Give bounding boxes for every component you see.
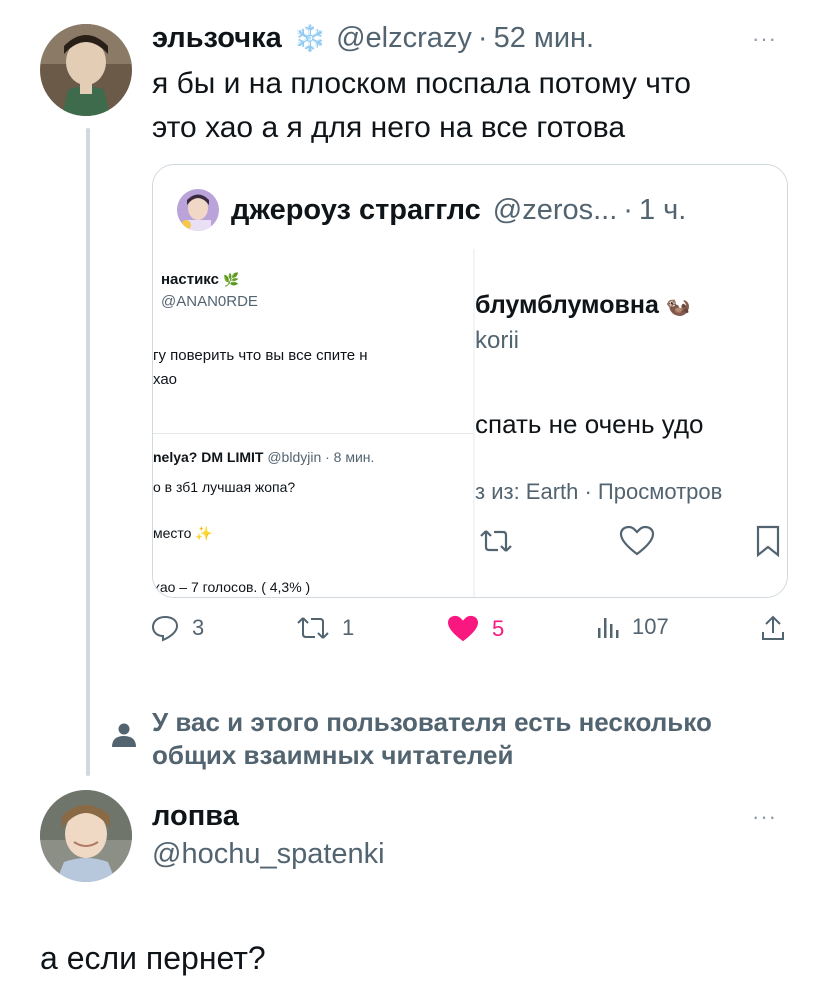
quote-header: джероуз страгглс @zeros... · 1 ч. xyxy=(177,189,686,231)
right-img-bookmark-icon xyxy=(755,525,781,562)
retweet-icon xyxy=(297,617,329,639)
author-name[interactable]: эльзочка xyxy=(152,22,282,55)
left-img-text3: о в зб1 лучшая жопа? xyxy=(153,479,296,495)
left-img-name2: nelya? DM LIMIT @bldyjin · 8 мин. xyxy=(153,449,375,465)
author-handle[interactable]: @elzcrazy xyxy=(336,22,472,55)
mutual-followers-notice: У вас и этого пользователя есть нескольк… xyxy=(152,707,712,770)
right-img-heart-icon xyxy=(619,525,655,562)
retweet-button[interactable]: 1 xyxy=(296,614,354,642)
tweet-actions: 3 1 5 107 xyxy=(150,614,790,654)
quote-author-handle[interactable]: @zeros... xyxy=(493,194,618,227)
heart-filled-icon xyxy=(448,615,478,642)
right-img-text1: спать не очень удо xyxy=(475,409,704,439)
share-icon xyxy=(762,615,784,640)
author-avatar[interactable] xyxy=(40,24,132,116)
left-img-handle: @ANAN0RDE xyxy=(161,293,258,310)
snowflake-icon: ❄️ xyxy=(293,23,327,53)
tweet-header: эльзочка ❄️ @elzcrazy · 52 мин. xyxy=(152,22,595,55)
right-img-handle: korii xyxy=(475,327,520,354)
tweet-time[interactable]: 52 мин. xyxy=(494,22,595,55)
reply-icon xyxy=(151,615,179,642)
quoted-tweet[interactable]: джероуз страгглс @zeros... · 1 ч. настик… xyxy=(152,164,788,598)
right-img-retweet-icon xyxy=(479,527,513,560)
reply-author-handle[interactable]: @hochu_spatenki xyxy=(152,838,385,871)
quote-image-left[interactable]: настикс 🌿 @ANAN0RDE гу поверить что вы в… xyxy=(153,249,473,597)
tweet-text: я бы и на плоском поспала потому что это… xyxy=(152,67,691,144)
reply-author-name[interactable]: лопва xyxy=(152,800,239,833)
reply-avatar[interactable] xyxy=(40,790,132,882)
left-img-text2: хао xyxy=(153,371,178,388)
quote-author-name[interactable]: джероуз страгглс xyxy=(231,194,481,227)
reply-text: а если пернет? xyxy=(40,940,266,976)
left-img-text5: хао – 7 голосов. ( 4,3% ) xyxy=(153,579,311,595)
reply-more-options-icon[interactable]: ··· xyxy=(752,804,777,830)
person-icon xyxy=(110,722,138,753)
right-img-meta: з из: Earth · Просмотров xyxy=(475,479,723,504)
quote-image-right[interactable]: блумблумовна 🦦 korii спать не очень удо … xyxy=(475,249,787,597)
reply-button[interactable]: 3 xyxy=(150,614,204,642)
more-options-icon[interactable]: ··· xyxy=(752,26,777,52)
left-img-text1: гу поверить что вы все спите н xyxy=(153,347,368,364)
thread-line xyxy=(86,128,90,776)
left-img-text4: место ✨ xyxy=(153,525,213,541)
like-button[interactable]: 5 xyxy=(446,614,504,644)
left-img-separator xyxy=(153,433,473,434)
quote-time[interactable]: 1 ч. xyxy=(639,194,686,227)
left-img-name: настикс 🌿 xyxy=(161,271,240,288)
share-button[interactable] xyxy=(760,614,786,642)
views-icon xyxy=(598,618,619,638)
views-button[interactable]: 107 xyxy=(596,614,669,640)
right-img-name: блумблумовна 🦦 xyxy=(475,291,691,319)
quote-avatar xyxy=(177,189,219,231)
